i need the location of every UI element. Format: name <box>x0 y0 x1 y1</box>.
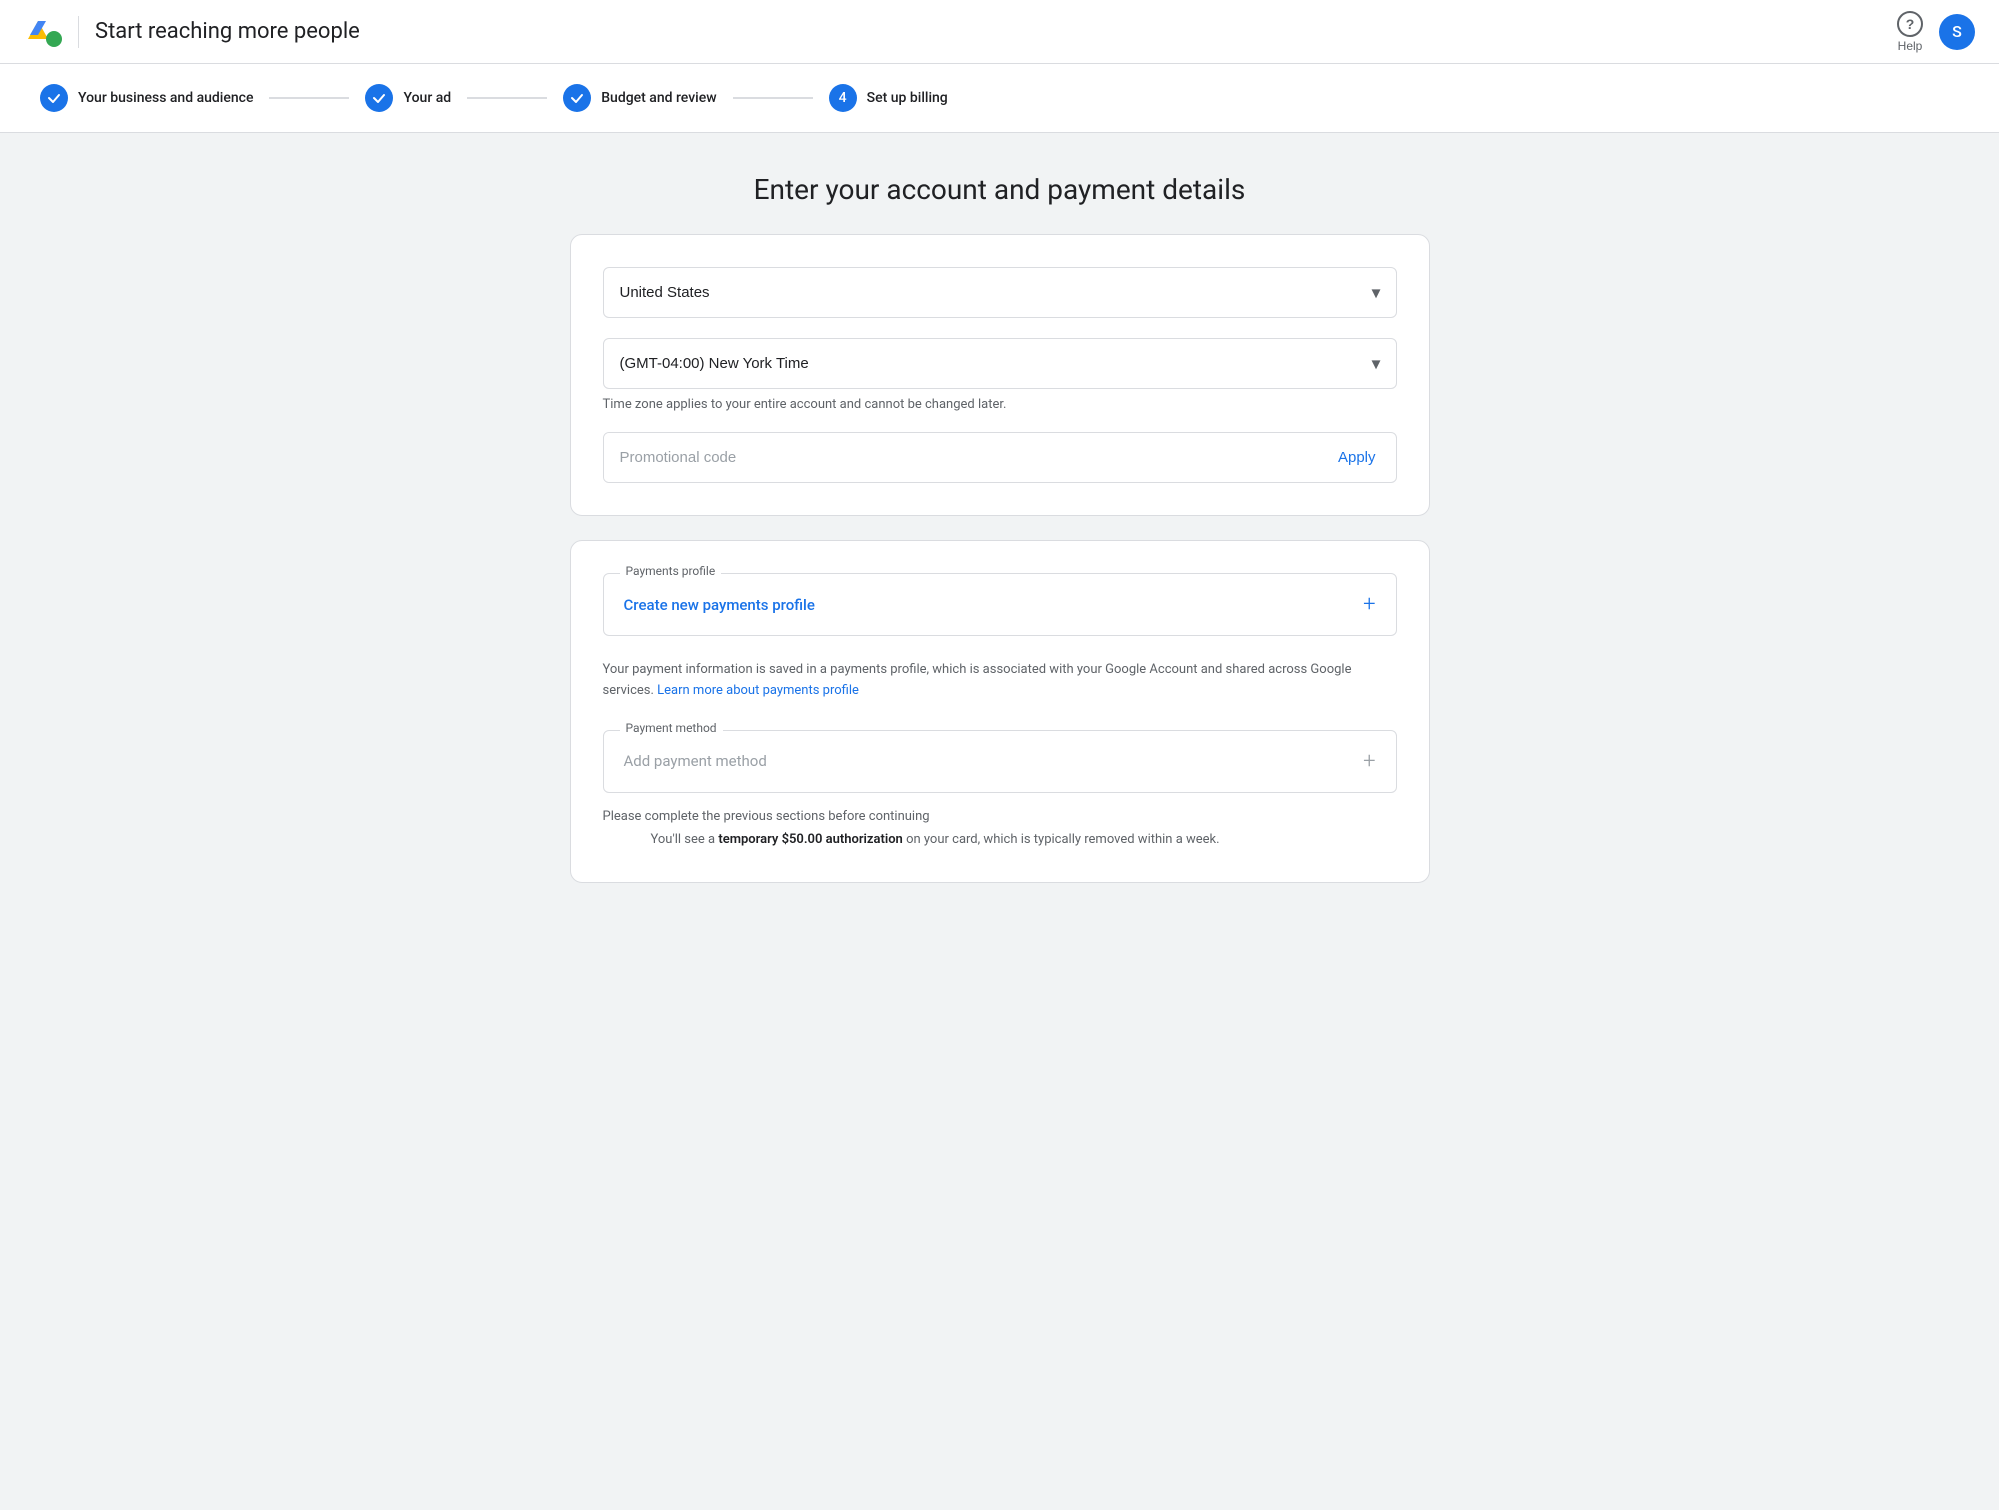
connector-2 <box>467 97 547 99</box>
timezone-select-wrapper: (GMT-04:00) New York Time (GMT-05:00) Ch… <box>603 338 1397 389</box>
promo-code-input[interactable] <box>604 433 1318 482</box>
step-4-label: Set up billing <box>867 90 948 106</box>
add-payment-placeholder: Add payment method <box>624 752 767 770</box>
payments-profile-section: Payments profile Create new payments pro… <box>603 573 1397 636</box>
step-3: Budget and review <box>563 84 716 112</box>
timezone-select[interactable]: (GMT-04:00) New York Time (GMT-05:00) Ch… <box>603 338 1397 389</box>
profile-legend: Payments profile <box>620 564 722 578</box>
main-content: Enter your account and payment details U… <box>0 133 1999 947</box>
step-4-number: 4 <box>829 84 857 112</box>
step-2: Your ad <box>365 84 451 112</box>
header-title: Start reaching more people <box>95 19 360 44</box>
payment-auth-amount: temporary $50.00 authorization <box>718 832 903 847</box>
step-1-label: Your business and audience <box>78 90 253 106</box>
payment-content: Add payment method + <box>604 731 1396 792</box>
header: Start reaching more people ? Help S <box>0 0 1999 64</box>
step-3-label: Budget and review <box>601 90 716 106</box>
step-2-check <box>365 84 393 112</box>
payments-card: Payments profile Create new payments pro… <box>570 540 1430 883</box>
steps-progress: Your business and audience Your ad Budge… <box>0 64 1999 133</box>
connector-1 <box>269 97 349 99</box>
country-select-wrapper: United States Canada United Kingdom ▾ <box>603 267 1397 318</box>
connector-3 <box>733 97 813 99</box>
add-payment-icon[interactable]: + <box>1363 749 1375 774</box>
country-select[interactable]: United States Canada United Kingdom <box>603 267 1397 318</box>
payment-auth-text: You'll see a temporary $50.00 authorizat… <box>603 830 1397 851</box>
create-profile-link[interactable]: Create new payments profile <box>624 596 815 614</box>
avatar[interactable]: S <box>1939 14 1975 50</box>
page-title: Enter your account and payment details <box>570 173 1430 206</box>
logo <box>24 13 62 51</box>
account-details-card: United States Canada United Kingdom ▾ (G… <box>570 234 1430 516</box>
payment-method-section: Payment method Add payment method + <box>603 730 1397 793</box>
checkmark-icon-3 <box>569 90 585 106</box>
learn-more-link[interactable]: Learn more about payments profile <box>657 683 859 698</box>
add-profile-icon[interactable]: + <box>1363 592 1375 617</box>
step-4: 4 Set up billing <box>829 84 948 112</box>
checkmark-icon-2 <box>371 90 387 106</box>
step-3-check <box>563 84 591 112</box>
header-divider <box>78 16 79 48</box>
checkmark-icon <box>46 90 62 106</box>
profile-content: Create new payments profile + <box>604 574 1396 635</box>
payment-hint: Please complete the previous sections be… <box>603 809 1397 824</box>
profile-info-text: Your payment information is saved in a p… <box>603 660 1397 702</box>
step-2-label: Your ad <box>403 90 451 106</box>
payment-auth-prefix: You'll see a <box>651 832 716 847</box>
header-actions: ? Help S <box>1897 11 1975 53</box>
help-icon: ? <box>1897 11 1923 37</box>
promo-code-row: Apply <box>603 432 1397 483</box>
payment-auth-suffix: on your card, which is typically removed… <box>906 832 1220 847</box>
step-1: Your business and audience <box>40 84 253 112</box>
payment-legend: Payment method <box>620 721 723 735</box>
help-button[interactable]: ? Help <box>1897 11 1923 53</box>
help-label: Help <box>1898 39 1923 53</box>
timezone-hint: Time zone applies to your entire account… <box>603 397 1397 412</box>
apply-button[interactable]: Apply <box>1318 433 1396 482</box>
step-1-check <box>40 84 68 112</box>
